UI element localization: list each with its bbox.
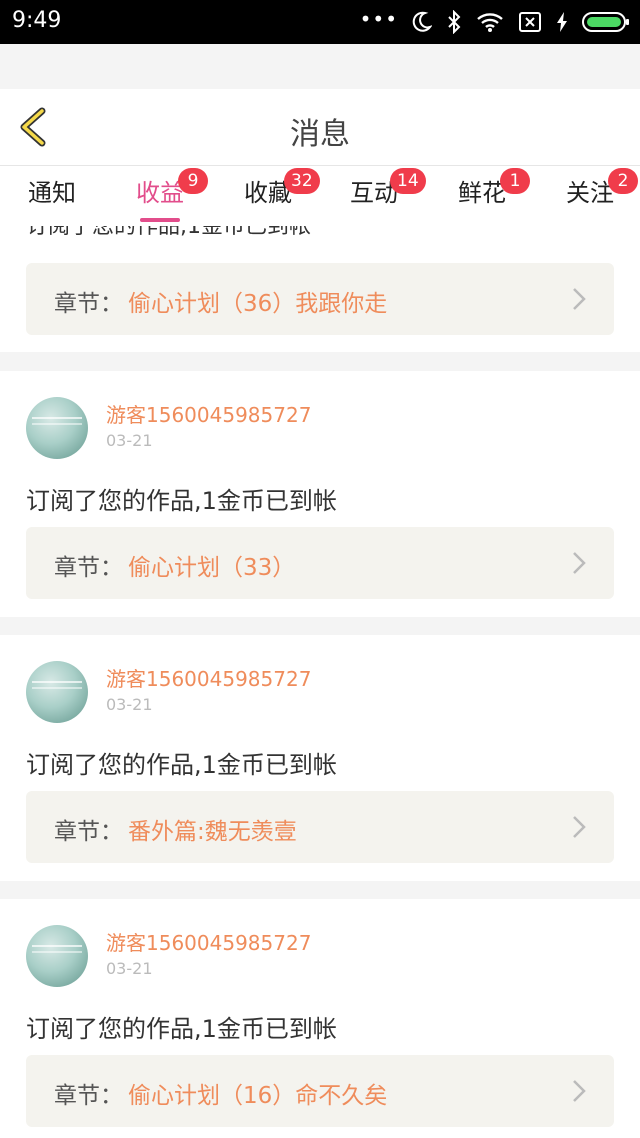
chapter-prefix: 章节： xyxy=(54,555,123,581)
chapter-prefix: 章节： xyxy=(54,1083,123,1109)
tab-interactions[interactable]: 互动 14 xyxy=(346,168,426,224)
header-spacer xyxy=(0,44,640,89)
message-card: 订阅了您的作品,1金币已到帐 章节： 偷心计划（36）我跟你走 xyxy=(0,226,640,352)
chevron-right-icon xyxy=(573,288,586,310)
more-dots-icon: ••• xyxy=(359,7,398,31)
message-text: 订阅了您的作品,1金币已到帐 xyxy=(26,487,337,515)
chapter-link[interactable]: 章节： 偷心计划（33） xyxy=(26,527,614,599)
tab-flowers[interactable]: 鲜花 1 xyxy=(454,168,530,224)
avatar[interactable] xyxy=(26,925,88,987)
message-text: 订阅了您的作品,1金币已到帐 xyxy=(26,226,311,239)
active-tab-indicator xyxy=(140,218,180,222)
message-card: 游客1560045985727 03-21 订阅了您的作品,1金币已到帐 章节：… xyxy=(0,371,640,617)
chevron-right-icon xyxy=(573,1080,586,1102)
moon-icon xyxy=(412,11,432,32)
status-bar: 9:49 ••• xyxy=(0,0,640,44)
username[interactable]: 游客1560045985727 xyxy=(106,399,311,428)
chapter-prefix: 章节： xyxy=(54,819,123,845)
chevron-right-icon xyxy=(573,552,586,574)
message-card: 游客1560045985727 03-21 订阅了您的作品,1金币已到帐 章节：… xyxy=(0,899,640,1138)
chevron-right-icon xyxy=(573,816,586,838)
status-time: 9:49 xyxy=(12,8,62,33)
page-title: 消息 xyxy=(290,117,350,152)
tab-follows[interactable]: 关注 2 xyxy=(562,168,638,224)
chapter-title: 番外篇:魏无羡壹 xyxy=(128,819,297,845)
battery-icon xyxy=(582,12,629,32)
bluetooth-icon xyxy=(448,10,461,34)
wifi-icon xyxy=(477,13,503,32)
charging-bolt-icon xyxy=(557,12,567,32)
message-date: 03-21 xyxy=(106,431,153,450)
chapter-title: 偷心计划（36）我跟你走 xyxy=(128,291,388,317)
tab-badge: 9 xyxy=(178,168,208,194)
sim-off-icon xyxy=(519,12,541,32)
chapter-link[interactable]: 章节： 偷心计划（16）命不久矣 xyxy=(26,1055,614,1127)
tab-earnings[interactable]: 收益 9 xyxy=(132,168,208,224)
message-date: 03-21 xyxy=(106,959,153,978)
tab-bar: 通知 收益 9 收藏 32 互动 14 鲜花 1 关注 2 xyxy=(0,166,640,226)
chapter-prefix: 章节： xyxy=(54,291,123,317)
message-date: 03-21 xyxy=(106,695,153,714)
avatar[interactable] xyxy=(26,397,88,459)
tab-badge: 1 xyxy=(500,168,530,194)
message-list: 订阅了您的作品,1金币已到帐 章节： 偷心计划（36）我跟你走 游客156004… xyxy=(0,226,640,1138)
tab-badge: 14 xyxy=(390,168,426,194)
top-bar: 消息 xyxy=(0,89,640,166)
tab-notifications[interactable]: 通知 xyxy=(24,176,80,224)
tab-badge: 2 xyxy=(608,168,638,194)
chapter-link[interactable]: 章节： 偷心计划（36）我跟你走 xyxy=(26,263,614,335)
tab-label: 通知 xyxy=(28,179,76,207)
message-card: 游客1560045985727 03-21 订阅了您的作品,1金币已到帐 章节：… xyxy=(0,635,640,881)
username[interactable]: 游客1560045985727 xyxy=(106,927,311,956)
chapter-title: 偷心计划（33） xyxy=(128,555,296,581)
chapter-title: 偷心计划（16）命不久矣 xyxy=(128,1083,388,1109)
tab-badge: 32 xyxy=(284,168,320,194)
chapter-link[interactable]: 章节： 番外篇:魏无羡壹 xyxy=(26,791,614,863)
message-text: 订阅了您的作品,1金币已到帐 xyxy=(26,1015,337,1043)
avatar[interactable] xyxy=(26,661,88,723)
username[interactable]: 游客1560045985727 xyxy=(106,663,311,692)
status-icons: ••• xyxy=(360,8,630,36)
tab-favorites[interactable]: 收藏 32 xyxy=(240,168,320,224)
message-text: 订阅了您的作品,1金币已到帐 xyxy=(26,751,337,779)
